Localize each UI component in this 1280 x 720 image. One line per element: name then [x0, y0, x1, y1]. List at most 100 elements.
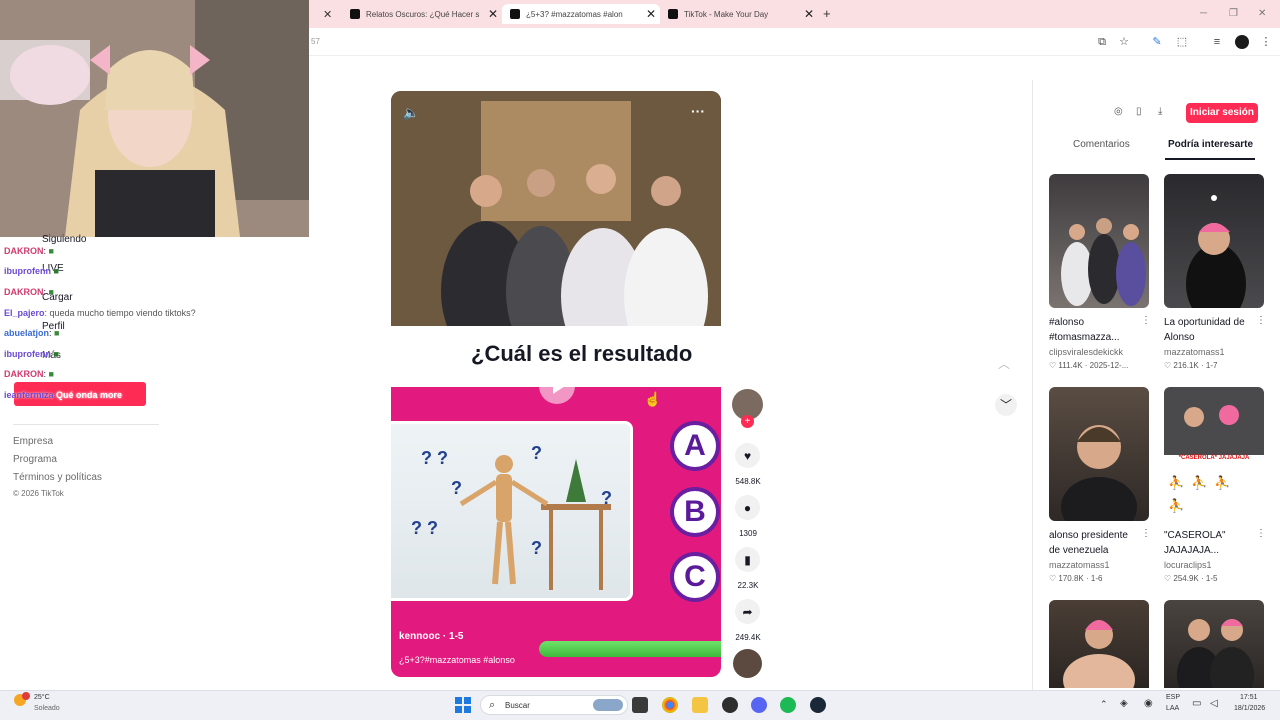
chat-message: DAKRON: ■: [4, 369, 54, 379]
thumbnail-caption[interactable]: alonso presidente de venezuela: [1049, 528, 1149, 558]
language-code[interactable]: ESP: [1166, 694, 1180, 701]
bookmark-star-icon[interactable]: ☆: [1117, 35, 1131, 49]
chat-message: ieanfermiza Qué onda more: [4, 390, 123, 400]
footer-link-company[interactable]: Empresa: [13, 436, 53, 447]
browser-tab-1[interactable]: Relatos Oscuros: ¿Qué Hacer s ✕: [342, 4, 502, 24]
quiz-option-a: A: [670, 421, 720, 471]
more-options-icon[interactable]: ⋮: [1141, 528, 1151, 539]
clock-time[interactable]: 17:51: [1240, 694, 1258, 701]
streamer-webcam-image: [0, 0, 309, 237]
spotify-icon[interactable]: [780, 697, 796, 713]
download-icon[interactable]: ⤓: [1158, 106, 1162, 117]
thumbnail-author[interactable]: clipsviralesdekickk: [1049, 347, 1123, 357]
thumbnail-stats: ♡ 111.4K · 2025-12-...: [1049, 361, 1129, 370]
play-icon: [553, 378, 565, 394]
close-tab-icon[interactable]: ✕: [323, 8, 332, 21]
play-button[interactable]: [539, 368, 575, 404]
steam-icon[interactable]: [810, 697, 826, 713]
profile-avatar[interactable]: [1235, 35, 1249, 49]
video-thumbnail[interactable]: *CASEROLA* JAJAJAJA ⛹⛹⛹⛹⛹⛹⛹⛹: [1164, 387, 1264, 521]
like-button[interactable]: ♥: [735, 443, 760, 468]
video-overlay-title: ¿Cuál es el resultado: [471, 341, 693, 366]
close-tab-icon[interactable]: ✕: [804, 7, 814, 21]
app-icon[interactable]: [722, 697, 738, 713]
footer-link-terms[interactable]: Términos y políticas: [13, 472, 102, 483]
microphone-icon[interactable]: ◉: [1144, 698, 1153, 709]
more-options-icon[interactable]: ⋮: [1256, 315, 1266, 326]
follow-plus-icon[interactable]: +: [741, 415, 754, 428]
login-button[interactable]: Iniciar sesión: [1186, 103, 1258, 123]
heart-outline-icon: ♡: [1049, 574, 1057, 583]
volume-icon[interactable]: 🔈: [403, 105, 419, 121]
tab-title: TikTok - Make Your Day: [684, 9, 769, 19]
search-placeholder: Buscar: [505, 701, 530, 710]
address-bar[interactable]: 57: [309, 28, 1280, 56]
install-app-icon[interactable]: ⧉: [1095, 35, 1109, 49]
more-options-icon[interactable]: ⋮: [1256, 528, 1266, 539]
device-icon[interactable]: ▯: [1136, 106, 1142, 117]
sidebar-item-following[interactable]: Siguiendo: [42, 234, 86, 245]
minimize-icon[interactable]: ─: [1200, 8, 1207, 19]
video-frame-image: [391, 91, 721, 364]
quiz-option-b: B: [670, 487, 720, 537]
video-thumbnail[interactable]: [1049, 600, 1149, 688]
notification-badge: [22, 692, 30, 700]
taskbar-search-input[interactable]: ⌕ Buscar: [480, 695, 628, 715]
windows-start-icon[interactable]: [455, 697, 471, 713]
browser-tab-3[interactable]: TikTok - Make Your Day ✕: [660, 4, 818, 24]
video-thumbnail[interactable]: [1164, 174, 1264, 308]
thumbnail-author[interactable]: locuraclips1: [1164, 560, 1212, 570]
chrome-icon[interactable]: [662, 697, 678, 713]
like-count: 548.8K: [735, 477, 761, 486]
new-tab-icon[interactable]: +: [823, 6, 831, 21]
browser-tab-2[interactable]: ¿5+3? #mazzatomas #alon ✕: [502, 4, 660, 24]
weather-desc[interactable]: Soleado: [34, 705, 60, 712]
video-thumbnail[interactable]: [1049, 387, 1149, 521]
close-tab-icon[interactable]: ✕: [488, 7, 498, 21]
thumbnail-caption[interactable]: "CASEROLA" JAJAJAJA...: [1164, 528, 1264, 558]
media-control-icon[interactable]: ≡: [1210, 35, 1224, 49]
share-button[interactable]: ➦: [735, 599, 760, 624]
more-options-icon[interactable]: ···: [691, 103, 705, 119]
copyright-text: © 2026 TikTok: [13, 489, 64, 498]
tab-recommended[interactable]: Podría interesarte: [1168, 139, 1253, 150]
task-view-icon[interactable]: [632, 697, 648, 713]
volume-tray-icon[interactable]: ◁: [1210, 698, 1218, 709]
video-player[interactable]: 🔈 ··· ¿Cuál es el resultado ? ? ? ? ? ? …: [391, 91, 721, 677]
video-thumbnail[interactable]: [1164, 600, 1264, 688]
autoscroll-icon[interactable]: ◎: [1114, 106, 1123, 117]
extensions-puzzle-icon[interactable]: ⬚: [1175, 35, 1189, 49]
restore-icon[interactable]: ❐: [1229, 8, 1238, 19]
thumbnail-author[interactable]: mazzatomass1: [1164, 347, 1225, 357]
menu-dots-icon[interactable]: ⋮: [1259, 35, 1273, 49]
clock-date[interactable]: 18/1/2026: [1234, 705, 1265, 712]
quiz-option-c: C: [670, 552, 720, 602]
chevron-up-icon[interactable]: ︿: [998, 355, 1010, 372]
file-explorer-icon[interactable]: [692, 697, 708, 713]
svg-text:?: ?: [601, 488, 612, 508]
sound-disc-icon[interactable]: [733, 649, 762, 678]
chevron-down-icon[interactable]: ﹀: [995, 394, 1017, 416]
search-highlight-icon: [593, 699, 623, 711]
comment-button[interactable]: ●: [735, 495, 760, 520]
save-button[interactable]: ▮: [735, 547, 760, 572]
video-thumbnail[interactable]: [1049, 174, 1149, 308]
tab-comments[interactable]: Comentarios: [1073, 139, 1130, 150]
tray-chevron-up-icon[interactable]: ⌃: [1100, 699, 1108, 710]
thumbnail-author[interactable]: mazzatomass1: [1049, 560, 1110, 570]
network-icon[interactable]: ◈: [1120, 698, 1128, 709]
thumbnail-caption[interactable]: La oportunidad de Alonso: [1164, 315, 1264, 345]
footer-link-program[interactable]: Programa: [13, 454, 57, 465]
more-options-icon[interactable]: ⋮: [1141, 315, 1151, 326]
close-tab-icon[interactable]: ✕: [646, 7, 656, 21]
discord-icon[interactable]: [751, 697, 767, 713]
close-window-icon[interactable]: ✕: [1258, 8, 1266, 19]
extension-icon[interactable]: ✎: [1150, 35, 1164, 49]
video-progress-bar[interactable]: [539, 641, 721, 657]
weather-temp[interactable]: 25°C: [34, 694, 50, 701]
display-icon[interactable]: ▭: [1192, 698, 1201, 709]
video-author[interactable]: kennooc · 1-5: [399, 631, 463, 642]
thumbnail-caption[interactable]: #alonso #tomasmazza...: [1049, 315, 1149, 345]
svg-text:? ?: ? ?: [421, 448, 448, 468]
keyboard-layout[interactable]: LAA: [1166, 705, 1179, 712]
